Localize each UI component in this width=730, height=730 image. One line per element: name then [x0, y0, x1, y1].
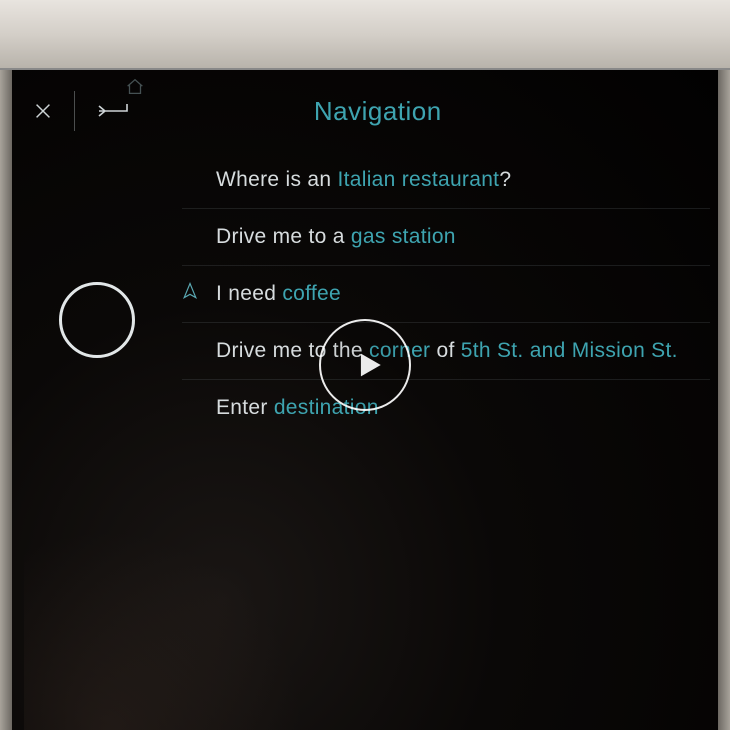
prompt-text-accent: gas station — [351, 225, 456, 248]
close-button[interactable] — [24, 92, 70, 130]
voice-prompt-item[interactable]: Where is an Italian restaurant? — [182, 152, 710, 209]
voice-prompt-item[interactable]: Drive me to the corner of 5th St. and Mi… — [182, 323, 710, 380]
top-bar: Navigation — [12, 70, 718, 152]
prompt-text-prefix: Where is an — [216, 168, 337, 191]
content-area: Where is an Italian restaurant? Drive me… — [12, 152, 718, 730]
prompt-text-accent: Italian restaurant — [337, 168, 499, 191]
left-column — [12, 152, 182, 730]
prompt-text-mid: of — [430, 339, 460, 362]
topbar-divider — [74, 91, 75, 131]
prompt-text-suffix: ? — [499, 168, 511, 191]
voice-prompt-item[interactable]: I need coffee — [182, 266, 710, 323]
prompt-text-prefix: Drive me to a — [216, 225, 351, 248]
prompt-text-prefix: Enter — [216, 396, 274, 419]
voice-listening-indicator[interactable] — [59, 282, 135, 358]
voice-prompt-item[interactable]: Drive me to a gas station — [182, 209, 710, 266]
dashboard-bezel-top — [0, 0, 730, 70]
prompt-text-prefix: I need — [216, 282, 282, 305]
prompt-text-accent: coffee — [282, 282, 341, 305]
video-play-button[interactable] — [319, 319, 411, 411]
prompt-text-accent-2: 5th St. and Mission St. — [461, 339, 678, 362]
voice-prompt-list: Where is an Italian restaurant? Drive me… — [182, 152, 718, 730]
dashboard-bezel-right — [718, 70, 730, 730]
voice-prompt-item[interactable]: Enter destination — [182, 380, 710, 436]
dashboard-bezel-left — [0, 70, 12, 730]
navigation-arrow-icon — [180, 281, 200, 307]
page-title: Navigation — [314, 96, 442, 127]
home-icon[interactable] — [124, 76, 146, 103]
